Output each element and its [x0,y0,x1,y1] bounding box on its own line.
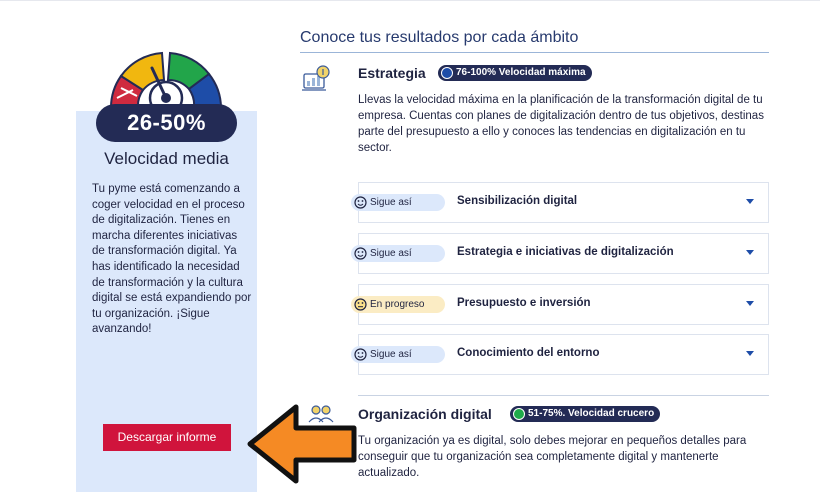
accordion-label: Sensibilización digital [457,195,578,207]
status-badge: Sigue así [351,346,445,363]
chevron-down-icon[interactable] [746,250,754,255]
accordion-item-conocimiento-entorno[interactable]: Sigue así Conocimiento del entorno [351,334,769,375]
accordion-item-sensibilizacion-digital[interactable]: Sigue así Sensibilización digital [351,182,769,223]
smile-face-icon [354,196,367,209]
chevron-down-icon[interactable] [746,199,754,204]
arrow-left-icon [247,404,357,484]
result-description: Tu pyme está comenzando a coger velocida… [92,183,252,336]
top-divider [0,0,820,1]
accordion-label: Conocimiento del entorno [457,347,600,359]
strategy-chart-icon [302,65,330,91]
accordion-label: Presupuesto e inversión [457,297,591,309]
status-badge: Sigue así [351,194,445,211]
category-description-estrategia: Llevas la velocidad máxima en la planifi… [358,94,764,154]
chevron-down-icon[interactable] [746,301,754,306]
accordion-item-estrategia-iniciativas[interactable]: Sigue así Estrategia e iniciativas de di… [351,233,769,274]
smile-face-icon [354,247,367,260]
chevron-down-icon[interactable] [746,351,754,356]
accordion-item-presupuesto-inversion[interactable]: En progreso Presupuesto e inversión [351,284,769,325]
result-range-badge: 26-50% [96,104,237,142]
section-divider [300,52,769,53]
result-title: Velocidad media [104,149,229,168]
category-title-estrategia: Estrategia [358,65,426,81]
category-badge-organizacion-digital: 51-75%. Velocidad crucero [510,406,661,422]
neutral-face-icon [354,298,367,311]
status-badge: Sigue así [351,245,445,262]
category-description-organizacion-digital: Tu organización ya es digital, solo debe… [358,435,747,479]
accordion-label: Estrategia e iniciativas de digitalizaci… [457,246,674,258]
category-title-organizacion-digital: Organización digital [358,406,492,422]
speedometer-gauge-icon [109,51,223,108]
status-badge: En progreso [351,296,445,313]
speed-dot-icon [441,67,453,79]
section-title: Conoce tus resultados por cada ámbito [300,29,579,46]
category-badge-estrategia: 76-100% Velocidad máxima [438,65,592,81]
smile-face-icon [354,348,367,361]
speed-dot-icon [513,408,525,420]
category-divider [358,395,769,396]
download-report-button[interactable]: Descargar informe [103,424,231,451]
